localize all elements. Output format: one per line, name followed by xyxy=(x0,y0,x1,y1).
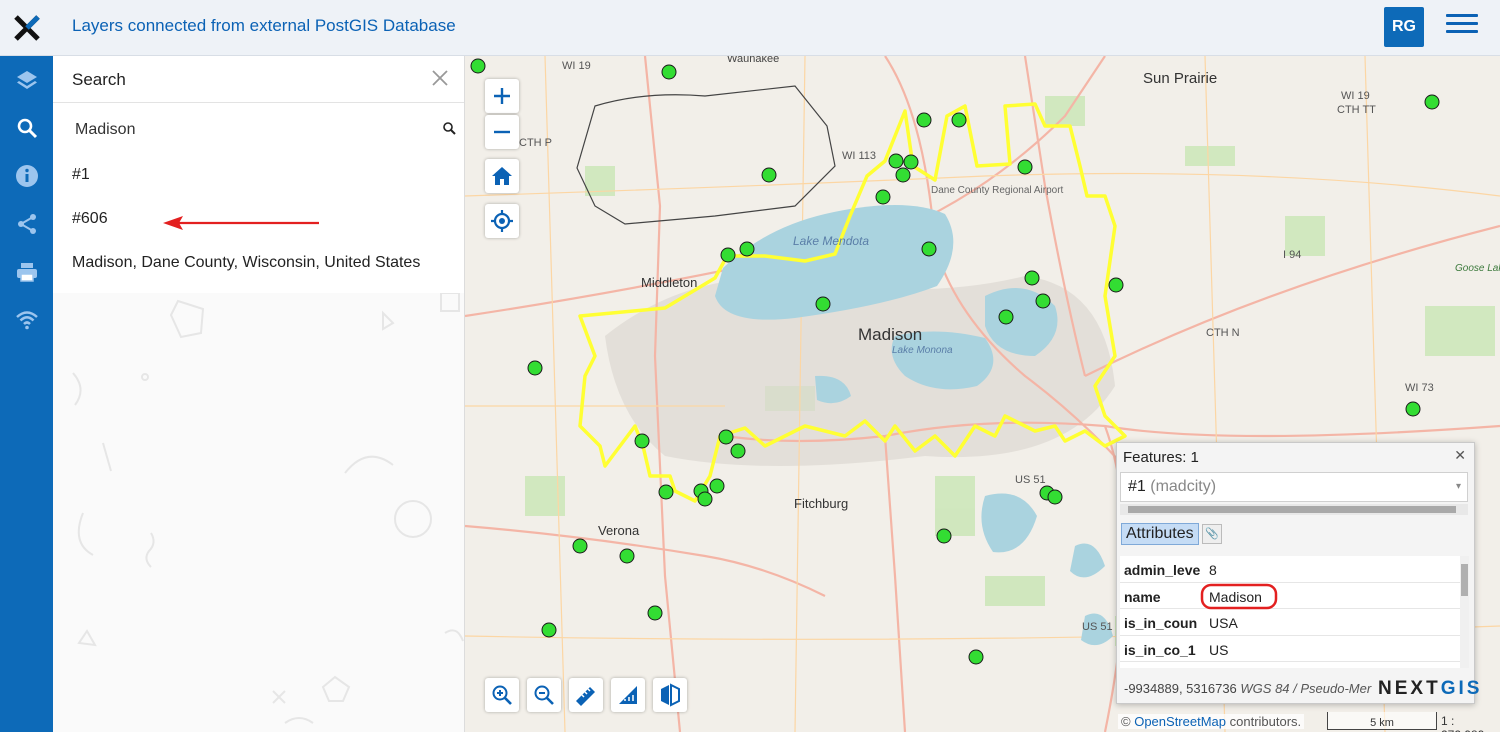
scale-bar: 5 km xyxy=(1327,712,1437,730)
scale-ratio: 1 : 272,989 xyxy=(1441,714,1484,732)
search-panel: Search Madison #1 #606 Madison, Dane Cou… xyxy=(53,56,465,732)
feature-select-layer: (madcity) xyxy=(1150,478,1217,495)
close-icon[interactable] xyxy=(430,68,450,88)
svg-text:Middleton: Middleton xyxy=(641,275,697,290)
svg-text:Dane County Regional Airport: Dane County Regional Airport xyxy=(931,185,1064,196)
svg-text:US 51: US 51 xyxy=(1015,474,1046,486)
table-row: name Madison xyxy=(1120,583,1460,609)
search-result-item[interactable]: #1 xyxy=(72,166,90,184)
share-icon[interactable] xyxy=(0,200,53,248)
svg-text:Sun Prairie: Sun Prairie xyxy=(1143,70,1217,87)
svg-text:Fitchburg: Fitchburg xyxy=(794,496,848,511)
nextgis-logo: NEXTGIS xyxy=(1378,678,1483,699)
svg-text:Lake Mendota: Lake Mendota xyxy=(793,234,869,248)
info-icon[interactable] xyxy=(0,152,53,200)
measure-area-icon[interactable] xyxy=(611,678,645,712)
coordinates-readout: -9934889, 5316736 WGS 84 / Pseudo-Mer xyxy=(1124,681,1372,696)
tab-attributes[interactable]: Attributes xyxy=(1121,523,1199,545)
wifi-icon[interactable] xyxy=(0,296,53,344)
svg-text:Goose Lake State Wildlife Area: Goose Lake State Wildlife Area xyxy=(1455,263,1500,274)
menu-icon[interactable] xyxy=(1446,14,1478,40)
feature-select[interactable]: #1 (madcity) ▾ xyxy=(1120,472,1468,502)
search-result-item[interactable]: #606 xyxy=(72,210,108,228)
popup-close-icon[interactable]: ✕ xyxy=(1454,447,1466,464)
zoom-in-tool-icon[interactable] xyxy=(485,678,519,712)
zoom-in-button[interactable] xyxy=(485,79,519,113)
search-results: Madison #1 #606 Madison, Dane County, Wi… xyxy=(53,103,464,293)
svg-text:CTH TT: CTH TT xyxy=(1337,104,1376,116)
popup-title: Features: 1 xyxy=(1123,449,1199,466)
attribute-table: admin_leve 8 name Madison is_in_coun USA… xyxy=(1120,556,1460,668)
decorative-background-icon xyxy=(72,293,464,724)
attachment-tab-icon[interactable]: 📎 xyxy=(1202,524,1222,544)
table-row: admin_leve 8 xyxy=(1120,556,1460,583)
measure-distance-icon[interactable] xyxy=(569,678,603,712)
svg-text:Verona: Verona xyxy=(598,523,640,538)
svg-text:I 94: I 94 xyxy=(1283,249,1301,261)
svg-text:WI 73: WI 73 xyxy=(1405,382,1434,394)
table-row: is_in_co_1 US xyxy=(1120,636,1460,662)
annotation-arrow-icon xyxy=(163,216,319,230)
map-attribution: © OpenStreetMap contributors. xyxy=(1118,714,1305,729)
page-title: Layers connected from external PostGIS D… xyxy=(72,16,456,35)
panel-title: Search xyxy=(72,70,126,89)
search-icon[interactable] xyxy=(0,104,53,152)
app-logo-icon[interactable] xyxy=(0,0,53,56)
map-view[interactable]: Madison Sun Prairie Middleton Verona Fit… xyxy=(465,56,1500,732)
map-label-city: Madison xyxy=(858,325,922,344)
print-icon[interactable] xyxy=(0,248,53,296)
search-input[interactable]: Madison xyxy=(75,121,135,139)
svg-text:Waunakee: Waunakee xyxy=(727,56,779,65)
panel-header: Search xyxy=(53,56,464,103)
svg-text:WI 19: WI 19 xyxy=(562,60,591,72)
sidebar-rail xyxy=(0,56,53,732)
osm-link[interactable]: OpenStreetMap xyxy=(1134,714,1226,729)
horizontal-scrollbar[interactable] xyxy=(1120,504,1468,515)
locate-icon[interactable] xyxy=(485,204,519,238)
zoom-out-tool-icon[interactable] xyxy=(527,678,561,712)
feature-select-value: #1 xyxy=(1128,478,1146,495)
search-small-icon[interactable] xyxy=(442,121,456,135)
svg-text:CTH N: CTH N xyxy=(1206,327,1240,339)
highlight-ring-icon xyxy=(1200,583,1278,609)
user-avatar[interactable]: RG xyxy=(1384,7,1424,47)
table-row: is_in_coun USA xyxy=(1120,609,1460,636)
home-icon[interactable] xyxy=(485,159,519,193)
vertical-scrollbar[interactable] xyxy=(1460,556,1469,668)
search-result-item[interactable]: Madison, Dane County, Wisconsin, United … xyxy=(72,254,420,272)
svg-text:Lake Monona: Lake Monona xyxy=(892,345,953,356)
svg-text:CTH P: CTH P xyxy=(519,137,552,149)
identify-popup: Features: 1 ✕ #1 (madcity) ▾ Attributes … xyxy=(1116,442,1475,704)
top-bar: Layers connected from external PostGIS D… xyxy=(0,0,1500,56)
svg-text:WI 19: WI 19 xyxy=(1341,90,1370,102)
swipe-compare-icon[interactable] xyxy=(653,678,687,712)
layers-icon[interactable] xyxy=(0,56,53,104)
svg-text:US 51: US 51 xyxy=(1082,621,1113,633)
svg-text:WI 113: WI 113 xyxy=(842,150,876,162)
chevron-down-icon[interactable]: ▾ xyxy=(1456,481,1461,492)
zoom-out-button[interactable] xyxy=(485,115,519,149)
